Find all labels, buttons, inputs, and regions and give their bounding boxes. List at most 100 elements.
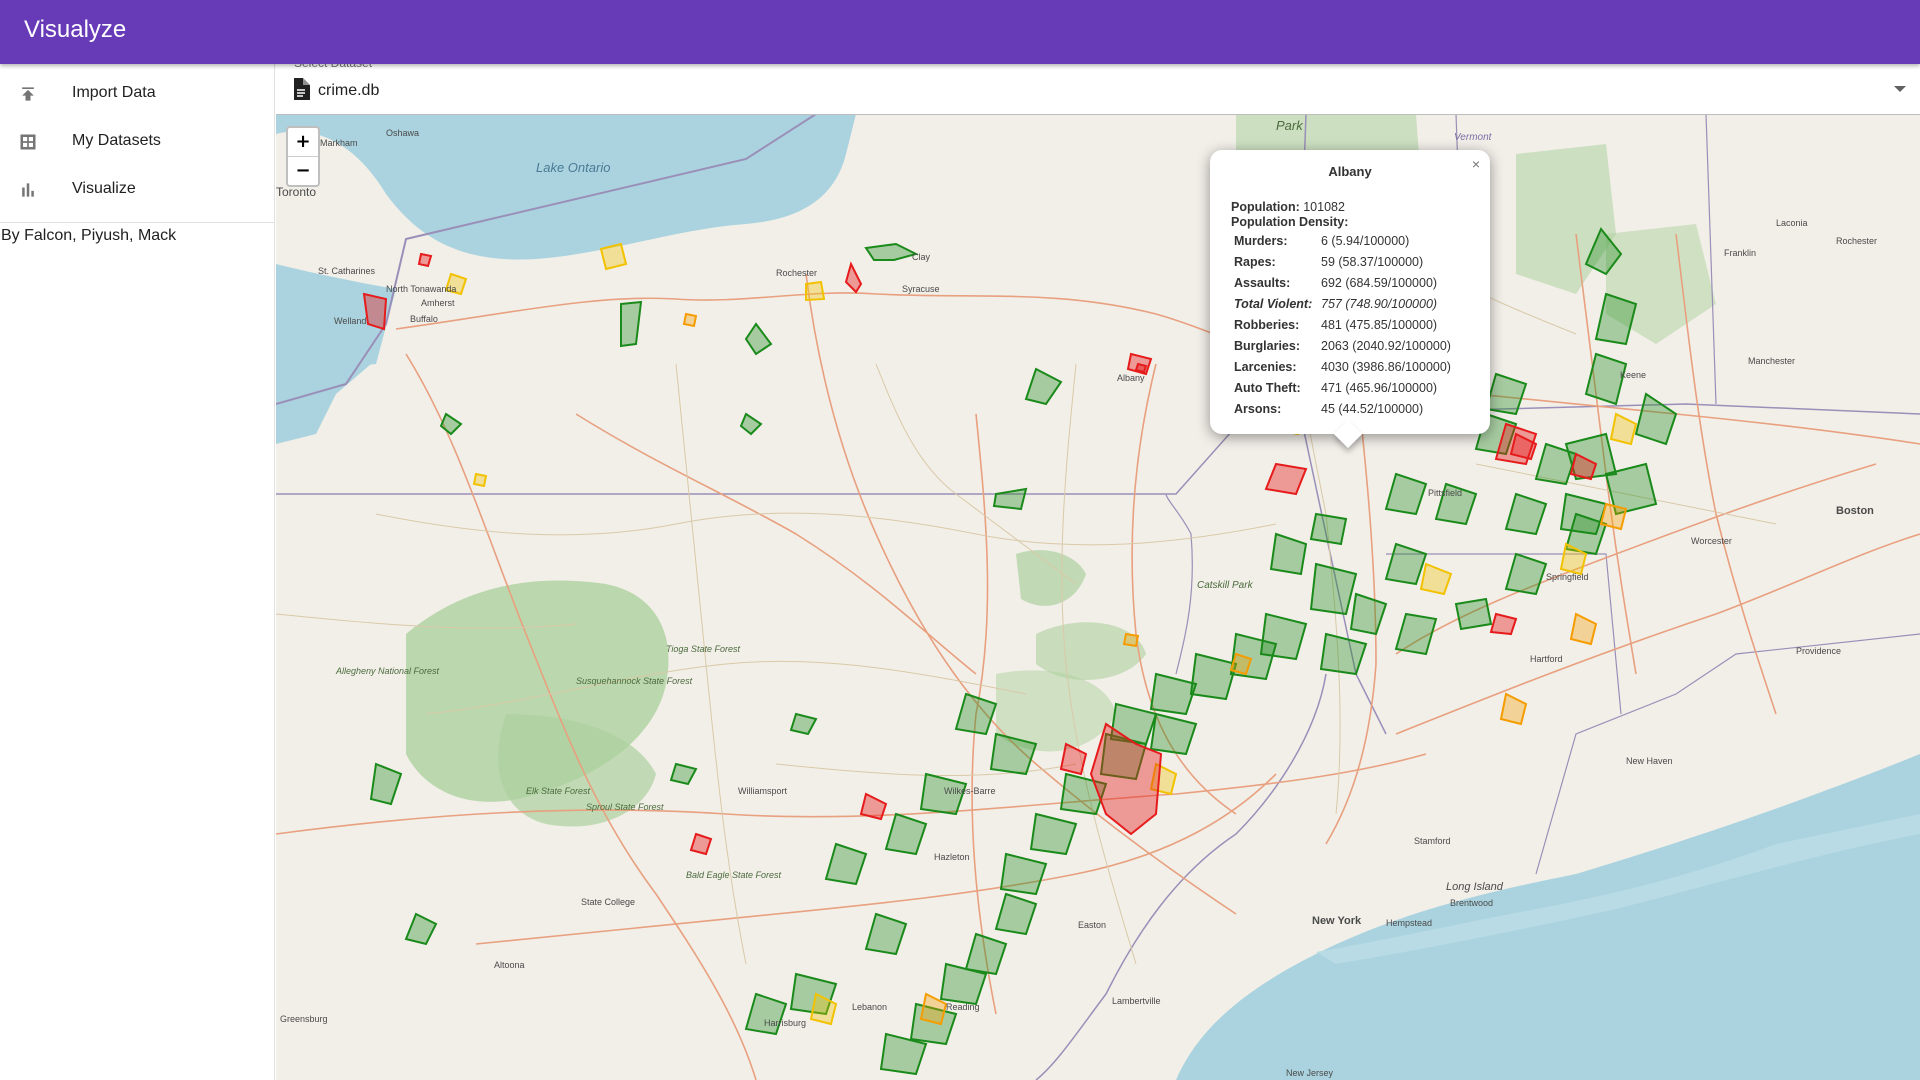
map-label-park: Park <box>1276 118 1304 133</box>
population-density-label: Population Density: <box>1231 215 1349 229</box>
map-label-north-tonawanda: North Tonawanda <box>386 284 456 294</box>
app-title: Visualyze <box>24 16 127 43</box>
crime-stats-table: Murders: 6 (5.94/100000) Rapes: 59 (58.37/… <box>1231 230 1455 419</box>
stat-label: Larcenies: <box>1234 359 1297 374</box>
stat-label: Arsons: <box>1234 401 1282 416</box>
stat-label: Burglaries: <box>1234 338 1300 353</box>
stat-value: 692 (684.59/100000) <box>1321 275 1438 290</box>
map-label-springfield: Springfield <box>1546 572 1589 582</box>
map-label-st-catharines: St. Catharines <box>318 266 376 276</box>
map-view[interactable]: Lake Ontario Toronto Oshawa Markham St. … <box>276 114 1920 1080</box>
population-value: 101082 <box>1303 200 1345 214</box>
map-label-tioga: Tioga State Forest <box>666 644 740 654</box>
stat-label: Rapes: <box>1234 254 1276 269</box>
map-label-hazleton: Hazleton <box>934 852 970 862</box>
map-label-vermont: Vermont <box>1454 132 1493 143</box>
map-label-greensburg: Greensburg <box>280 1014 328 1024</box>
sidebar-item-label: Visualize <box>72 180 136 197</box>
map-label-lambertville: Lambertville <box>1112 996 1161 1006</box>
stat-value: 4030 (3986.86/100000) <box>1321 359 1451 374</box>
map-label-sproul: Sproul State Forest <box>586 802 664 812</box>
popup-population: Population: 101082 <box>1231 200 1345 214</box>
map-label-keene: Keene <box>1620 370 1646 380</box>
stat-value: 6 (5.94/100000) <box>1321 233 1410 248</box>
sidebar-item-label: My Datasets <box>72 132 161 149</box>
map-label-new-jersey: New Jersey <box>1286 1068 1334 1078</box>
sidebar: Import Data My Datasets Visualize By Fal… <box>0 64 275 1080</box>
map-label-hempstead: Hempstead <box>1386 918 1432 928</box>
table-row: Murders: 6 (5.94/100000) <box>1231 230 1455 251</box>
zoom-control: + − <box>286 126 320 187</box>
map-label-allegheny: Allegheny National Forest <box>335 666 440 676</box>
map-label-welland: Welland <box>334 316 366 326</box>
map-label-new-haven: New Haven <box>1626 756 1673 766</box>
stat-value: 481 (475.85/100000) <box>1321 317 1438 332</box>
map-label-reading: Reading <box>946 1002 980 1012</box>
sidebar-item-visualize[interactable]: Visualize <box>0 166 274 214</box>
sidebar-nav: Import Data My Datasets Visualize <box>0 64 274 214</box>
map-label-wilkes-barre: Wilkes-Barre <box>944 786 996 796</box>
table-row: Burglaries: 2063 (2040.92/100000) <box>1231 335 1455 356</box>
map-label-lake-ontario: Lake Ontario <box>536 160 610 175</box>
map-label-harrisburg: Harrisburg <box>764 1018 806 1028</box>
map-label-franklin: Franklin <box>1724 248 1756 258</box>
map-label-rochester: Rochester <box>776 268 817 278</box>
stat-value: 757 (748.90/100000) <box>1321 296 1438 311</box>
table-row: Robberies: 481 (475.85/100000) <box>1231 314 1455 335</box>
popup-title: Albany <box>1328 164 1372 179</box>
map-label-syracuse: Syracuse <box>902 284 940 294</box>
stat-value: 45 (44.52/100000) <box>1321 401 1424 416</box>
zoom-in-button[interactable]: + <box>288 128 318 157</box>
population-label: Population: <box>1231 200 1300 214</box>
map-label-hartford: Hartford <box>1530 654 1563 664</box>
map-tiles: Lake Ontario Toronto Oshawa Markham St. … <box>276 114 1920 1080</box>
map-label-williamsport: Williamsport <box>738 786 788 796</box>
city-popup: × Albany Population: 101082 Population D… <box>1210 150 1490 434</box>
map-label-elk: Elk State Forest <box>526 786 591 796</box>
table-row: Larcenies: 4030 (3986.86/100000) <box>1231 356 1455 377</box>
table-row: Auto Theft: 471 (465.96/100000) <box>1231 377 1455 398</box>
map-label-toronto: Toronto <box>276 185 316 199</box>
map-label-altoona: Altoona <box>494 960 525 970</box>
bar-chart-icon <box>18 180 38 200</box>
map-label-stamford: Stamford <box>1414 836 1451 846</box>
chevron-down-icon[interactable] <box>1894 86 1906 92</box>
credits-text: By Falcon, Piyush, Mack <box>1 227 177 244</box>
map-label-buffalo: Buffalo <box>410 314 438 324</box>
stat-label: Total Violent: <box>1234 296 1313 311</box>
map-label-manchester: Manchester <box>1748 356 1795 366</box>
map-label-albany: Albany <box>1117 373 1145 383</box>
map-label-catskill-park: Catskill Park <box>1197 580 1254 591</box>
map-label-oshawa: Oshawa <box>386 128 419 138</box>
table-row: Assaults: 692 (684.59/100000) <box>1231 272 1455 293</box>
map-label-state-college: State College <box>581 897 635 907</box>
upload-icon <box>18 84 38 104</box>
table-row: Arsons: 45 (44.52/100000) <box>1231 398 1455 419</box>
map-label-long-island: Long Island <box>1446 881 1504 893</box>
map-label-markham: Markham <box>320 138 358 148</box>
stat-value: 2063 (2040.92/100000) <box>1321 338 1451 353</box>
map-label-brentwood: Brentwood <box>1450 898 1493 908</box>
map-label-providence: Providence <box>1796 646 1841 656</box>
stat-value: 59 (58.37/100000) <box>1321 254 1424 269</box>
stat-label: Robberies: <box>1234 317 1300 332</box>
map-label-worcester: Worcester <box>1691 536 1732 546</box>
stat-label: Auto Theft: <box>1234 380 1301 395</box>
file-icon <box>292 78 310 100</box>
zoom-out-button[interactable]: − <box>288 157 318 185</box>
table-row: Rapes: 59 (58.37/100000) <box>1231 251 1455 272</box>
map-label-clay: Clay <box>912 252 931 262</box>
table-row: Total Violent: 757 (748.90/100000) <box>1231 293 1455 314</box>
stat-value: 471 (465.96/100000) <box>1321 380 1438 395</box>
sidebar-item-import-data[interactable]: Import Data <box>0 70 274 118</box>
map-label-pittsfield: Pittsfield <box>1428 488 1462 498</box>
map-label-lebanon: Lebanon <box>852 1002 887 1012</box>
map-label-rochester-nh: Rochester <box>1836 236 1877 246</box>
map-label-amherst: Amherst <box>421 298 455 308</box>
dataset-select-value: crime.db <box>318 82 380 99</box>
map-label-boston: Boston <box>1836 505 1874 517</box>
map-label-new-york: New York <box>1312 915 1362 927</box>
stat-label: Murders: <box>1234 233 1288 248</box>
sidebar-item-my-datasets[interactable]: My Datasets <box>0 118 274 166</box>
dataset-select[interactable]: Select Dataset crime.db <box>276 56 1920 115</box>
